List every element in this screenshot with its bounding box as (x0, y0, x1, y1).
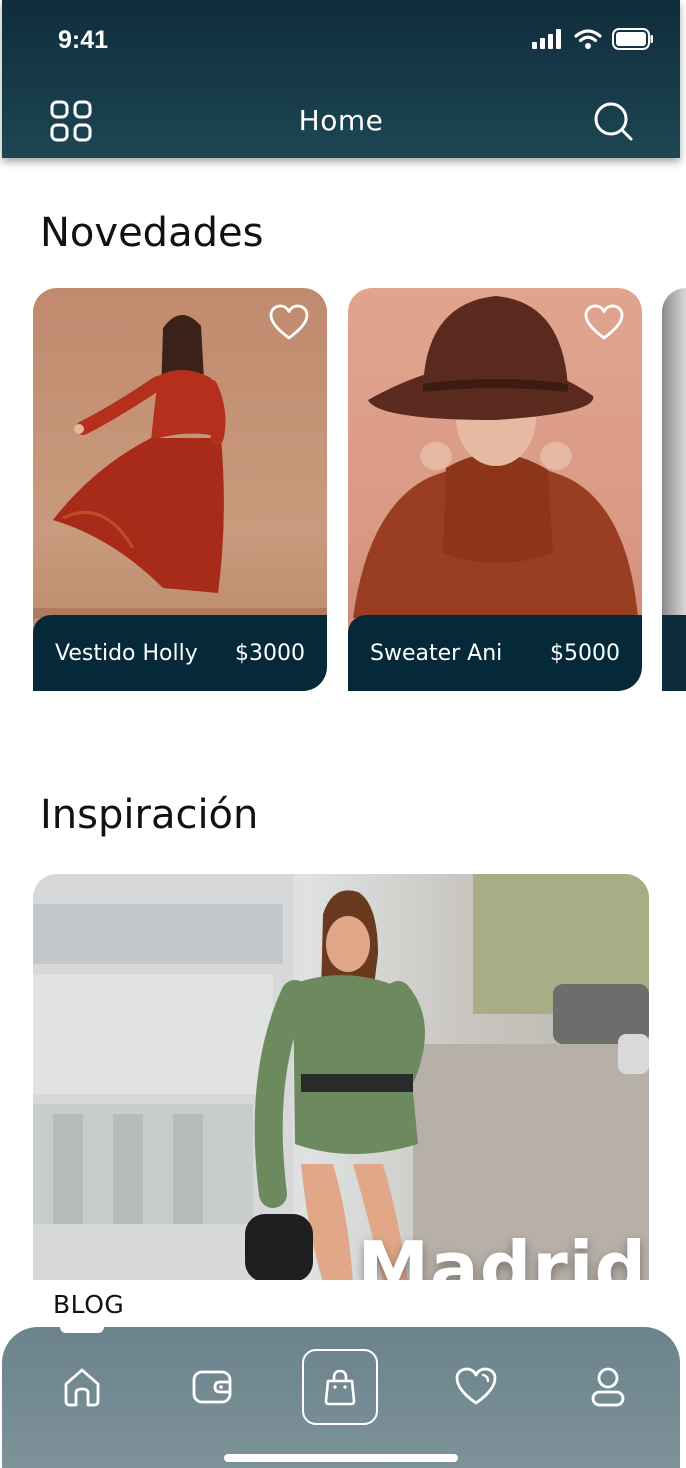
favorite-button[interactable] (584, 304, 624, 342)
wifi-icon (574, 29, 602, 49)
favorite-button[interactable] (269, 304, 309, 342)
product-footer: Sweater Ani $5000 (348, 615, 642, 691)
heart-icon (584, 304, 624, 340)
signal-icon (532, 29, 561, 49)
nav-home[interactable] (60, 1365, 104, 1409)
product-name: Vestido Holly (55, 640, 198, 666)
status-icons (532, 28, 654, 50)
heart-icon (455, 1367, 497, 1405)
product-footer (662, 615, 686, 691)
bottom-nav (2, 1323, 680, 1468)
product-footer: Vestido Holly $3000 (33, 615, 327, 691)
heart-icon (269, 304, 309, 340)
nav-cart-button[interactable] (302, 1349, 378, 1425)
nav-indicator (60, 1323, 104, 1333)
home-icon (64, 1368, 100, 1407)
section-title-novedades: Novedades (40, 210, 264, 256)
blog-card[interactable]: Madrid BLOG (33, 874, 649, 1326)
blog-image (33, 874, 649, 1282)
shopping-bag-icon (324, 1369, 356, 1406)
app-header: 9:41 Home (2, 0, 680, 158)
nav-profile[interactable] (586, 1365, 630, 1409)
product-price: $5000 (550, 640, 620, 666)
nav-wallet[interactable] (190, 1365, 234, 1409)
status-time: 9:41 (58, 26, 109, 54)
search-icon (594, 102, 633, 141)
blog-label-bar: BLOG (33, 1280, 649, 1326)
section-title-inspiracion: Inspiración (40, 792, 259, 838)
search-button[interactable] (592, 100, 634, 142)
product-price: $3000 (235, 640, 305, 666)
home-indicator (224, 1454, 458, 1462)
product-card[interactable]: Vestido Holly $3000 (33, 288, 327, 691)
product-name: Sweater Ani (370, 640, 503, 666)
battery-icon (612, 28, 653, 50)
nav-favorites[interactable] (454, 1365, 498, 1409)
page-title: Home (298, 104, 384, 137)
product-card-peek[interactable] (662, 288, 686, 691)
user-icon (591, 1367, 625, 1407)
wallet-icon (192, 1370, 232, 1404)
product-card[interactable]: Sweater Ani $5000 (348, 288, 642, 691)
blog-label: BLOG (53, 1290, 125, 1319)
